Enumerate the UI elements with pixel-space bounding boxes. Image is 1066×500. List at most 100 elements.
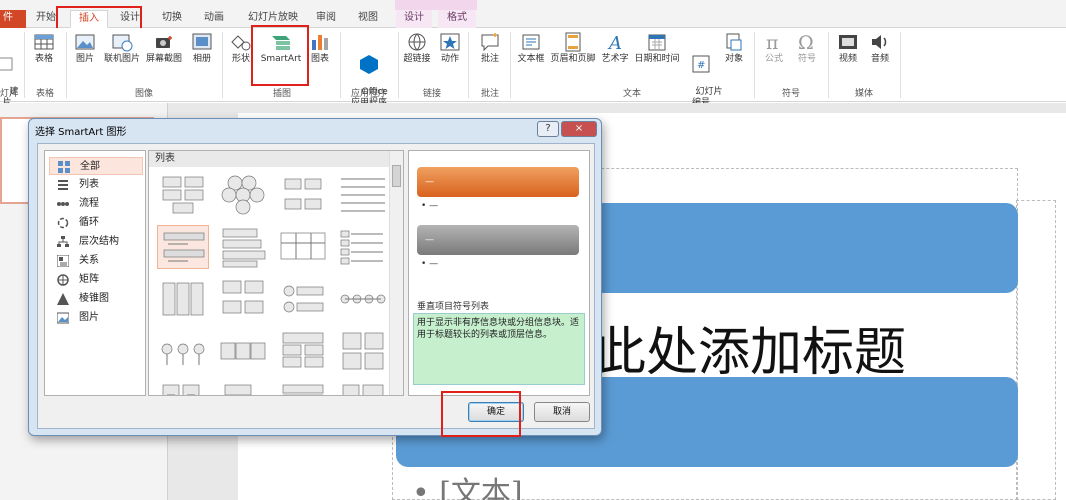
slide-title-placeholder[interactable]: 此处添加标题 bbox=[594, 310, 906, 385]
svg-text:#: # bbox=[697, 60, 705, 71]
equation-button[interactable]: π 公式 bbox=[760, 28, 788, 65]
group-label-media: 媒体 bbox=[854, 89, 873, 99]
layout-glyph bbox=[283, 285, 324, 313]
scrollbar-thumb[interactable] bbox=[392, 165, 401, 187]
category-list-item[interactable]: 列表 bbox=[49, 176, 143, 194]
category-cycle[interactable]: 循环 bbox=[49, 214, 143, 232]
action-button[interactable]: 动作 bbox=[436, 28, 464, 65]
pi-icon: π bbox=[766, 32, 779, 52]
layout-thumbnail[interactable] bbox=[217, 225, 269, 269]
group-label-tables: 表格 bbox=[35, 89, 54, 99]
tab-review[interactable]: 审阅 bbox=[316, 10, 346, 28]
layout-glyph bbox=[342, 384, 384, 395]
tab-animations[interactable]: 动画 bbox=[204, 10, 234, 28]
layout-glyph bbox=[162, 176, 204, 214]
slide-number-icon: # bbox=[692, 55, 710, 73]
tab-smartart-format[interactable]: 格式 bbox=[438, 10, 476, 28]
header-footer-icon bbox=[565, 32, 581, 52]
textbox-button[interactable]: 文本框 bbox=[514, 28, 548, 65]
tab-smartart-design[interactable]: 设计 bbox=[396, 10, 432, 28]
datetime-button[interactable]: 日期和时间 bbox=[632, 28, 682, 65]
online-picture-button[interactable]: 联机图片 bbox=[102, 28, 142, 65]
content-placeholder-frame[interactable] bbox=[1016, 200, 1056, 500]
category-hierarchy[interactable]: 层次结构 bbox=[49, 233, 143, 251]
category-process[interactable]: 流程 bbox=[49, 195, 143, 213]
tab-file[interactable]: 件 bbox=[0, 10, 26, 28]
layout-thumbnail[interactable] bbox=[217, 173, 269, 217]
layout-glyph bbox=[341, 178, 385, 212]
comment-button[interactable]: 批注 bbox=[476, 28, 504, 65]
header-footer-button[interactable]: 页眉和页脚 bbox=[548, 28, 598, 65]
audio-button[interactable]: 音频 bbox=[866, 28, 894, 65]
layout-name: 垂直项目符号列表 bbox=[417, 302, 490, 312]
layout-thumbnail[interactable] bbox=[337, 173, 389, 217]
category-pyramid[interactable]: 棱锥图 bbox=[49, 290, 143, 308]
layout-glyph bbox=[162, 282, 204, 316]
group-label-images: 图像 bbox=[134, 89, 153, 99]
smartart-dialog: 选择 SmartArt 图形 ? × 全部 列表 流程 循环 层次结构 关系 矩… bbox=[28, 118, 602, 436]
group-label-symbols: 符号 bbox=[781, 89, 800, 99]
hyperlink-button[interactable]: 超链接 bbox=[400, 28, 434, 65]
preview-shape-orange: — bbox=[417, 167, 579, 197]
category-picture[interactable]: 图片 bbox=[49, 309, 143, 327]
layout-thumbnail[interactable] bbox=[277, 225, 329, 269]
layout-thumbnail[interactable] bbox=[157, 225, 209, 269]
layout-scrollbar[interactable] bbox=[389, 151, 403, 395]
layout-glyph bbox=[342, 332, 384, 370]
table-button[interactable]: 表格 bbox=[30, 28, 58, 65]
layout-thumbnail[interactable] bbox=[157, 173, 209, 217]
layout-thumbnail[interactable] bbox=[217, 381, 269, 395]
layout-glyph bbox=[222, 280, 264, 314]
preview-bullet: • — bbox=[421, 201, 439, 211]
category-matrix[interactable]: 矩阵 bbox=[49, 271, 143, 289]
layout-thumbnail[interactable] bbox=[217, 329, 269, 373]
close-button[interactable]: × bbox=[561, 121, 597, 137]
group-label-text: 文本 bbox=[622, 89, 641, 99]
layout-thumbnail[interactable] bbox=[277, 329, 329, 373]
smartart-bullet-text[interactable]: • [文本] bbox=[412, 468, 523, 500]
layout-thumbnail[interactable] bbox=[217, 277, 269, 321]
cancel-button[interactable]: 取消 bbox=[534, 402, 590, 422]
group-label-comments: 批注 bbox=[480, 89, 499, 99]
layout-thumbnail[interactable] bbox=[157, 381, 209, 395]
symbol-button[interactable]: Ω 符号 bbox=[792, 28, 822, 65]
layout-thumbnail[interactable] bbox=[157, 329, 209, 373]
layout-thumbnail[interactable] bbox=[337, 277, 389, 321]
picture-button[interactable]: 图片 bbox=[72, 28, 98, 65]
layout-thumbnail[interactable] bbox=[337, 381, 389, 395]
ribbon-divider bbox=[900, 32, 901, 98]
highlight-ok-button bbox=[441, 391, 521, 437]
tab-view[interactable]: 视图 bbox=[358, 10, 388, 28]
matrix-icon bbox=[57, 274, 69, 286]
ribbon: 建 片 表格 图片 联机图片 屏幕截图 相册 图像 表格 灯片 形状 Smart… bbox=[0, 28, 1066, 108]
category-all[interactable]: 全部 bbox=[49, 157, 143, 175]
layout-thumbnail[interactable] bbox=[277, 277, 329, 321]
chart-icon bbox=[312, 35, 328, 50]
layout-thumbnail[interactable] bbox=[337, 225, 389, 269]
tab-transitions[interactable]: 切换 bbox=[162, 10, 192, 28]
object-button[interactable]: 对象 bbox=[720, 28, 748, 65]
layout-gallery: 列表 bbox=[148, 150, 404, 396]
screenshot-button[interactable]: 屏幕截图 bbox=[144, 28, 184, 65]
layout-thumbnail[interactable] bbox=[337, 329, 389, 373]
help-button[interactable]: ? bbox=[537, 121, 559, 137]
group-label-slides: 灯片 bbox=[0, 89, 18, 99]
chart-button[interactable]: 图表 bbox=[306, 28, 334, 65]
category-relationship[interactable]: 关系 bbox=[49, 252, 143, 270]
album-button[interactable]: 相册 bbox=[188, 28, 216, 65]
dialog-body: 全部 列表 流程 循环 层次结构 关系 矩阵 棱锥图 图片 列表 — • — —… bbox=[37, 143, 595, 429]
video-button[interactable]: 视频 bbox=[834, 28, 862, 65]
speaker-icon bbox=[872, 35, 887, 49]
layout-thumbnail[interactable] bbox=[277, 173, 329, 217]
group-label-apps: 应用程序 bbox=[350, 89, 387, 99]
ribbon-tab-bar: 件 开始 插入 设计 切换 动画 幻灯片放映 审阅 视图 设计 格式 bbox=[0, 0, 1066, 28]
office-apps-icon bbox=[360, 55, 378, 74]
layout-glyph bbox=[221, 175, 265, 215]
layout-thumbnail[interactable] bbox=[157, 277, 209, 321]
layout-preview: — • — — • — 垂直项目符号列表 用于显示非有序信息块或分组信息块。适用… bbox=[408, 150, 590, 396]
layout-thumbnail[interactable] bbox=[277, 381, 329, 395]
ribbon-divider bbox=[66, 32, 67, 98]
wordart-button[interactable]: A 艺术字 bbox=[598, 28, 632, 65]
layout-glyph bbox=[282, 332, 324, 368]
ribbon-divider bbox=[510, 32, 511, 98]
